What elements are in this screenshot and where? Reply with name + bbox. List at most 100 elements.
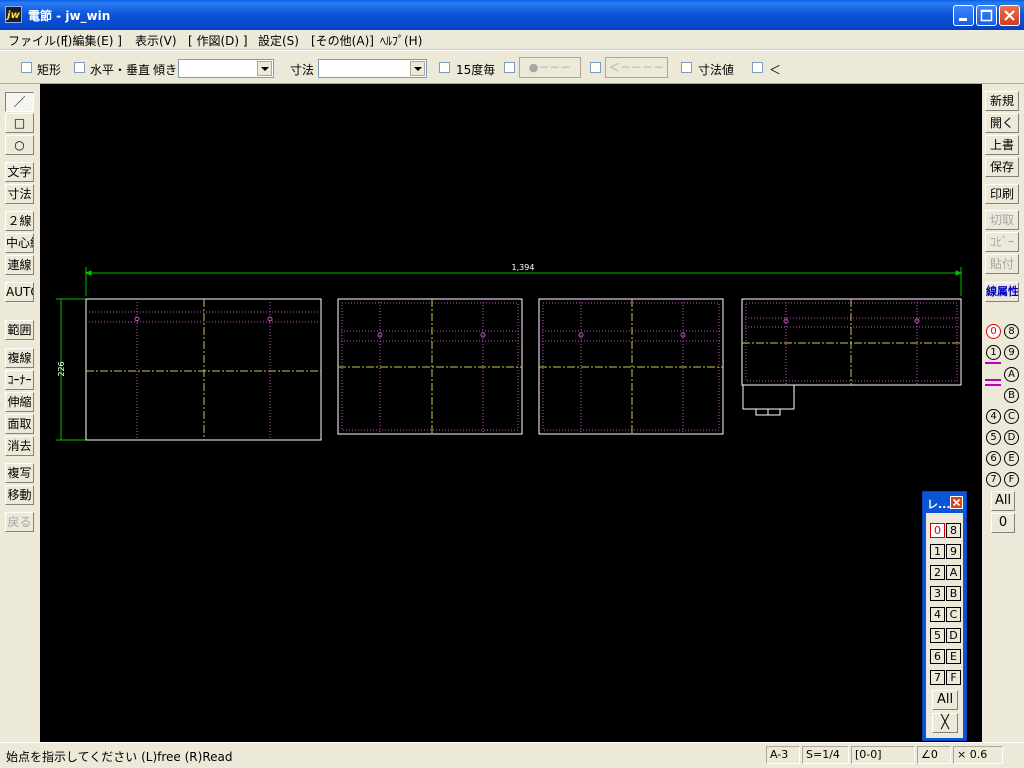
copy-button[interactable]: ｺﾋﾟｰ [985,232,1019,252]
menu-file[interactable]: ファイル(F) [8,32,72,49]
dimension-tool-button[interactable]: 寸法 [5,184,34,204]
minimize-button[interactable] [953,5,974,26]
layer-group-d[interactable]: D [1004,430,1019,445]
close-button[interactable] [999,5,1020,26]
deg15-checkbox[interactable] [439,62,450,73]
layer-group-1[interactable]: 1 [986,345,1001,360]
move-tool-button[interactable]: 移動 [5,485,34,505]
layer-0[interactable]: 0 [930,523,945,538]
overwrite-button[interactable]: 上書 [985,135,1019,155]
paper-size[interactable]: A-3 [766,746,800,764]
layer-group-c[interactable]: C [1004,409,1019,424]
drawing-canvas[interactable]: 1,394 226 [40,84,982,742]
arrow-line-button[interactable]: ＜－－－－ [605,57,668,78]
dim-combo[interactable] [318,59,427,78]
scale-setting[interactable]: S=1/4 [802,746,849,764]
app-logo-icon: jw [5,6,22,23]
layer-b[interactable]: B [946,586,961,601]
layer-f[interactable]: F [946,670,961,685]
layer-group-4[interactable]: 4 [986,409,1001,424]
cut-button[interactable]: 切取 [985,210,1019,230]
zoom-indicator[interactable]: × 0.6 [953,746,1003,764]
layer-group-f[interactable]: F [1004,472,1019,487]
arrow-checkbox[interactable] [590,62,601,73]
layer-5[interactable]: 5 [930,628,945,643]
layer-2[interactable]: 2 [930,565,945,580]
layer-d[interactable]: D [946,628,961,643]
open-button[interactable]: 開く [985,113,1019,133]
auto-mode-button[interactable]: AUTO [5,282,34,302]
text-tool-button[interactable]: 文字 [5,162,34,182]
title-bar[interactable]: jw 電節 - jw_win [0,0,1024,30]
rect-checkbox[interactable] [21,62,32,73]
menu-edit[interactable]: [ 編集(E) ] [64,32,122,49]
dot-line-button[interactable]: ●－－－ [519,57,581,78]
range-button[interactable]: 範囲 [5,320,34,340]
new-button[interactable]: 新規 [985,91,1019,111]
layer-group-b[interactable]: B [1004,388,1019,403]
hv-checkbox[interactable] [74,62,85,73]
layer-9[interactable]: 9 [946,544,961,559]
connect-line-button[interactable]: 連線 [5,255,34,275]
layer-1[interactable]: 1 [930,544,945,559]
maximize-button[interactable] [976,5,997,26]
layer-group-a[interactable]: A [1004,367,1019,382]
tilt-combo[interactable] [178,59,274,78]
menu-view[interactable]: 表示(V) [135,32,177,49]
layer-4[interactable]: 4 [930,607,945,622]
dot-checkbox[interactable] [504,62,515,73]
angle-indicator[interactable]: ∠0 [917,746,951,764]
layer-group-5[interactable]: 5 [986,430,1001,445]
layer-7[interactable]: 7 [930,670,945,685]
dimval-checkbox[interactable] [681,62,692,73]
layer-3[interactable]: 3 [930,586,945,601]
menu-help[interactable]: ﾍﾙﾌﾟ(H) [380,32,422,49]
lt-checkbox[interactable] [752,62,763,73]
palette-clear-button[interactable]: ╳ [932,713,958,733]
extend-button[interactable]: 伸縮 [5,392,34,412]
print-button[interactable]: 印刷 [985,184,1019,204]
layer-group-6[interactable]: 6 [986,451,1001,466]
save-button[interactable]: 保存 [985,157,1019,177]
layer-indicator[interactable]: [0-0] [851,746,915,764]
menu-other[interactable]: [その他(A)] [311,32,374,49]
erase-button[interactable]: 消去 [5,436,34,456]
copy-tool-button[interactable]: 複写 [5,463,34,483]
palette-all-button[interactable]: All [932,690,958,710]
rect-tool-button[interactable]: □ [5,113,34,133]
corner-button[interactable]: ｺｰﾅｰ [5,370,34,390]
menu-draw[interactable]: [ 作図(D) ] [188,32,248,49]
layer-group-e[interactable]: E [1004,451,1019,466]
parallel-line-button[interactable]: 複線 [5,348,34,368]
dim-label: 寸法 [290,63,315,77]
double-line-button[interactable]: ２線 [5,211,34,231]
hv-label: 水平・垂直 [90,63,151,77]
chamfer-button[interactable]: 面取 [5,414,34,434]
close-icon [952,498,961,507]
palette-title: レ... [927,498,951,511]
layer-group-9[interactable]: 9 [1004,345,1019,360]
paste-button[interactable]: 貼付 [985,254,1019,274]
layer-a[interactable]: A [946,565,961,580]
layer-c[interactable]: C [946,607,961,622]
layer-group-2-line[interactable] [985,362,1001,364]
layer-group-8[interactable]: 8 [1004,324,1019,339]
chevron-down-icon[interactable] [257,61,272,76]
layer-group-zero-button[interactable]: 0 [991,513,1015,533]
center-line-button[interactable]: 中心線 [5,233,34,253]
layer-8[interactable]: 8 [946,523,961,538]
undo-button[interactable]: 戻る [5,512,34,532]
layer-group-0[interactable]: 0 [986,324,1001,339]
layer-group-all-button[interactable]: All [991,491,1015,511]
layer-group-3-line[interactable] [985,384,1001,386]
palette-close-button[interactable] [950,496,963,509]
layer-group-7[interactable]: 7 [986,472,1001,487]
layer-e[interactable]: E [946,649,961,664]
layer-6[interactable]: 6 [930,649,945,664]
circle-tool-button[interactable]: ○ [5,135,34,155]
menu-settings[interactable]: 設定(S) [258,32,299,49]
line-tool-button[interactable]: ／ [5,92,34,112]
layer-palette[interactable]: レ... 0 8 1 9 2 A 3 B 4 C 5 D 6 E 7 F All… [922,491,967,741]
line-attribute-button[interactable]: 線属性 [985,282,1019,302]
chevron-down-icon[interactable] [410,61,425,76]
